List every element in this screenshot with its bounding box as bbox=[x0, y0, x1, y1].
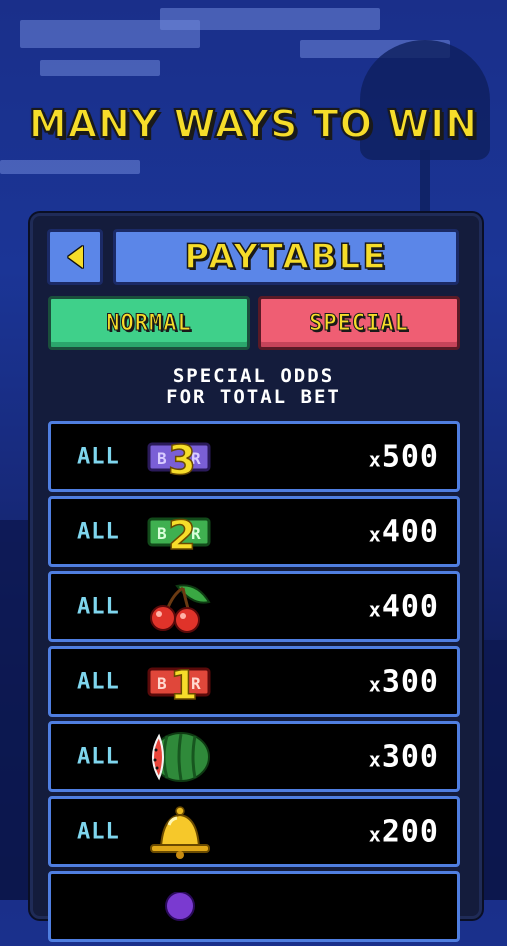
svg-text:B: B bbox=[157, 524, 167, 543]
back-arrow-icon bbox=[67, 246, 83, 268]
row-prefix: ALL bbox=[77, 594, 120, 619]
svg-text:1: 1 bbox=[170, 663, 198, 709]
subtitle-line-2: FOR TOTAL BET bbox=[166, 386, 341, 408]
background-cloud bbox=[0, 160, 140, 174]
multiplier-value: 300 bbox=[381, 739, 439, 774]
row-prefix: ALL bbox=[77, 519, 120, 544]
row-multiplier: x400 bbox=[368, 589, 439, 624]
tab-normal[interactable]: NORMAL bbox=[48, 296, 250, 350]
multiplier-value: 400 bbox=[381, 589, 439, 624]
row-multiplier: x300 bbox=[368, 664, 439, 699]
subtitle-line-1: SPECIAL ODDS bbox=[172, 365, 335, 387]
paytable-row: ALL x400 bbox=[48, 571, 460, 642]
plum-icon bbox=[165, 892, 195, 921]
paytable-row: ALL B R 2 x400 bbox=[48, 496, 460, 567]
back-button[interactable] bbox=[47, 229, 103, 285]
svg-text:2: 2 bbox=[168, 513, 196, 559]
row-prefix: ALL bbox=[77, 744, 120, 769]
headline: MANY WAYS TO WIN bbox=[28, 101, 479, 147]
double-bar-icon: B R 2 bbox=[147, 512, 211, 559]
background-cloud bbox=[40, 60, 160, 76]
paytable-row: ALL B R 3 x500 bbox=[48, 421, 460, 492]
row-prefix: ALL bbox=[77, 669, 120, 694]
row-multiplier: x200 bbox=[368, 814, 439, 849]
triple-bar-icon: B R 3 bbox=[147, 437, 211, 484]
multiplier-value: 500 bbox=[381, 439, 439, 474]
tab-special[interactable]: SPECIAL bbox=[258, 296, 460, 350]
multiplier-value: 300 bbox=[381, 664, 439, 699]
row-multiplier: x300 bbox=[368, 739, 439, 774]
row-multiplier: x500 bbox=[368, 439, 439, 474]
row-prefix: ALL bbox=[77, 444, 120, 469]
multiplier-value: 200 bbox=[381, 814, 439, 849]
odds-subtitle: SPECIAL ODDS FOR TOTAL BET bbox=[0, 366, 507, 408]
paytable-row: ALL x300 bbox=[48, 721, 460, 792]
cherry-icon bbox=[150, 583, 211, 633]
svg-text:3: 3 bbox=[168, 438, 196, 484]
row-prefix: ALL bbox=[77, 819, 120, 844]
paytable-row: ALL B R 1 x300 bbox=[48, 646, 460, 717]
single-bar-icon: B R 1 bbox=[147, 662, 211, 709]
bell-icon bbox=[150, 805, 210, 859]
paytable-row bbox=[48, 871, 460, 942]
paytable-list: ALL B R 3 x500 ALL B R 2 x400 ALL x400 A… bbox=[48, 421, 460, 946]
panel-title: PAYTABLE bbox=[113, 229, 459, 285]
paytable-row: ALL x200 bbox=[48, 796, 460, 867]
multiplier-value: 400 bbox=[381, 514, 439, 549]
svg-text:B: B bbox=[157, 674, 167, 693]
background-cloud bbox=[160, 8, 380, 30]
row-multiplier: x400 bbox=[368, 514, 439, 549]
watermelon-icon bbox=[152, 731, 210, 782]
svg-text:B: B bbox=[157, 449, 167, 468]
